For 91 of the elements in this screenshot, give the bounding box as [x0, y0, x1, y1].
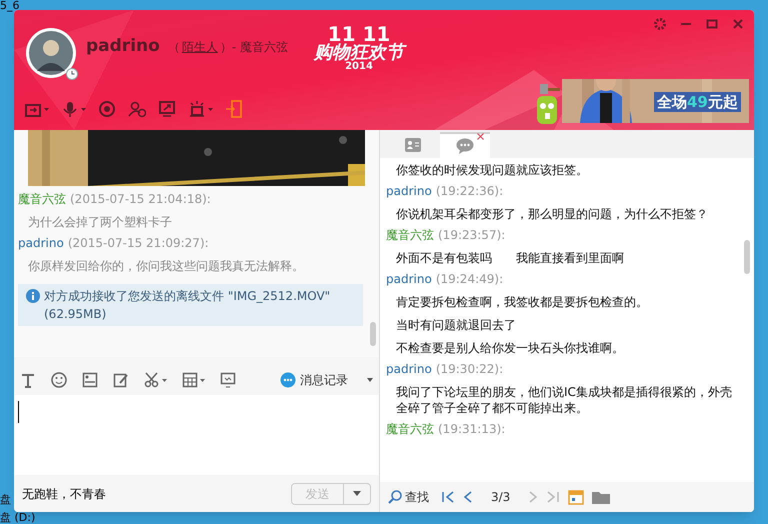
- caret-icon: [367, 378, 373, 382]
- caret-icon: [200, 378, 205, 382]
- maximize-icon: [706, 18, 718, 30]
- toolbar-button[interactable]: [188, 100, 213, 118]
- edit-icon: [113, 372, 129, 388]
- caret-icon: [208, 108, 213, 110]
- close-icon: [477, 133, 484, 140]
- promo-year: 2014: [345, 62, 373, 72]
- signature-text: 无跑鞋，不青春: [22, 486, 106, 502]
- emoji-icon: [51, 372, 67, 388]
- timestamp: (2015-07-15 21:09:27):: [68, 235, 209, 251]
- sender-name: padrino: [386, 361, 432, 377]
- sender-name: 魔音六弦: [386, 421, 434, 437]
- message-text: 肯定要拆包检查啊，我签收都是要拆包检查的。: [396, 294, 649, 310]
- info-icon: [26, 289, 40, 303]
- sender-name: 魔音六弦: [386, 227, 434, 243]
- message-text: 我问了下论坛里的朋友，他们说IC集成块都是插得很紧的，外壳全碎了管子全碎了都不可能掉出来。: [396, 384, 732, 416]
- promo-title: 11 11: [328, 24, 390, 44]
- message-text: 你签收的时候发现问题就应该拒签。: [396, 162, 589, 178]
- timestamp: (19:23:57):: [438, 227, 506, 243]
- history-button[interactable]: 消息记录: [280, 371, 348, 389]
- ad-text: 全场49元起: [654, 92, 741, 112]
- scrollbar-thumb[interactable]: [370, 322, 376, 346]
- chat-bubble-icon: [456, 138, 474, 154]
- timestamp: (19:22:36):: [436, 183, 504, 199]
- sender-name: padrino: [386, 271, 432, 287]
- timestamp: (19:30:22):: [436, 361, 504, 377]
- message-text: 你说机架耳朵都变形了，那么明显的问题，为什么不拒签？: [396, 206, 709, 222]
- whiteboard-icon: [220, 372, 236, 388]
- message-text: 你原样发回给你的，你问我这些问题我真无法解释。: [28, 258, 305, 274]
- phone-transfer-icon: [225, 100, 243, 118]
- timestamp: (2015-07-15 21:04:18):: [70, 191, 211, 207]
- message-text: 外面不是有包装吗 我能直接看到里面啊: [396, 250, 625, 266]
- screen-share-icon: [158, 100, 176, 118]
- desktop-label: 盘 (D:): [0, 512, 36, 524]
- webcam-icon: [98, 100, 116, 118]
- scrollbar-thumb[interactable]: [744, 240, 750, 274]
- input-tool-button[interactable]: [220, 372, 236, 388]
- sender-name: 魔音六弦: [18, 191, 66, 207]
- toolbar-button[interactable]: [98, 100, 116, 118]
- timestamp: (19:31:13):: [438, 421, 506, 437]
- first-page-icon: [441, 491, 455, 503]
- table-icon: [182, 372, 198, 388]
- sender-name: padrino: [18, 235, 64, 251]
- avatar[interactable]: [26, 28, 76, 78]
- previous-page-icon: [463, 491, 473, 503]
- search-button[interactable]: 查找: [388, 488, 429, 506]
- notice-text: 对方成功接收了您发送的离线文件 "IMG_2512.MOV" (62.95MB): [44, 288, 332, 323]
- clock-icon: [66, 68, 78, 80]
- settings-icon: [654, 18, 666, 30]
- image-icon: [82, 372, 98, 388]
- tab[interactable]: [440, 132, 490, 158]
- chat-bubble-icon: [280, 372, 296, 388]
- ad-banner[interactable]: 全场49元起: [562, 79, 749, 123]
- message-text: 不检查要是别人给你发一块石头你找谁啊。: [396, 340, 625, 356]
- microphone-icon: [61, 100, 79, 118]
- input-tool-button[interactable]: [113, 372, 129, 388]
- font-icon: [20, 372, 36, 388]
- contact-name: padrino: [86, 35, 160, 58]
- add-person-icon: [128, 100, 146, 118]
- scissors-icon: [144, 372, 160, 388]
- sender-name: padrino: [386, 183, 432, 199]
- caret-icon: [353, 491, 361, 496]
- close-icon: [732, 18, 744, 30]
- timestamp: (19:24:49):: [436, 271, 504, 287]
- input-tool-button[interactable]: [182, 372, 205, 388]
- alarm-icon: [188, 100, 206, 118]
- input-tool-button[interactable]: [144, 372, 167, 388]
- last-page-icon: [546, 491, 560, 503]
- caret-icon: [162, 378, 167, 382]
- input-tool-button[interactable]: [51, 372, 67, 388]
- input-tool-button[interactable]: [82, 372, 98, 388]
- folder-icon: [592, 490, 610, 504]
- caret-icon: [81, 108, 86, 110]
- message-text: 为什么会掉了两个塑料卡子: [28, 214, 173, 230]
- toolbar-button[interactable]: [158, 100, 176, 118]
- person-icon: [29, 31, 73, 75]
- search-icon: [388, 490, 402, 504]
- caret-icon: [44, 108, 49, 110]
- desktop-label: 盘: [0, 494, 11, 506]
- toolbar-button[interactable]: [128, 100, 146, 118]
- page-indicator: 3/3: [491, 489, 510, 506]
- calendar-icon: [568, 489, 584, 505]
- nickname-text: ）- 魔音六弦: [220, 39, 288, 56]
- message-text: 当时有问题就退回去了: [396, 317, 517, 333]
- paren-text: （: [168, 39, 180, 56]
- next-page-icon: [528, 491, 538, 503]
- contact-card-icon: [405, 138, 421, 152]
- input-tool-button[interactable]: [20, 372, 36, 388]
- toolbar-button[interactable]: [61, 100, 86, 118]
- desktop-label: 5_6: [0, 0, 20, 12]
